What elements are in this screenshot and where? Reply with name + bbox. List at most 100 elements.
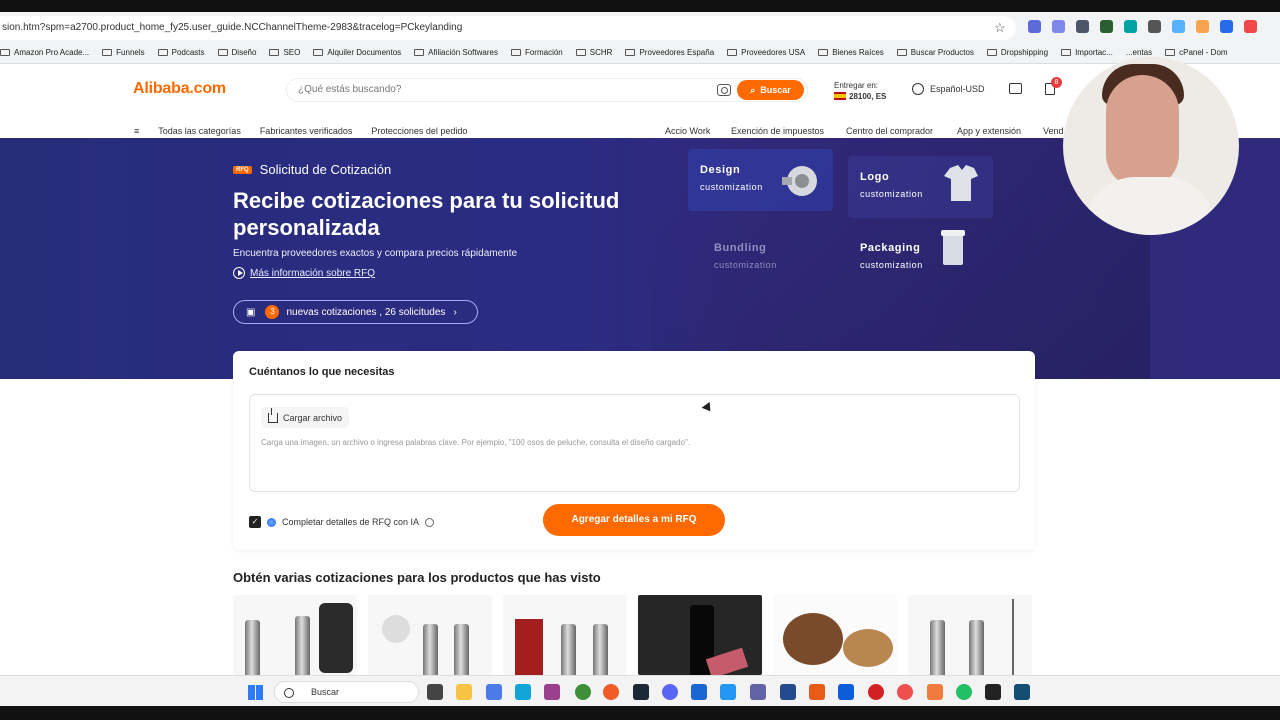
product-card[interactable] xyxy=(908,595,1032,675)
nav-all-categories[interactable]: Todas las categorías xyxy=(158,126,241,136)
bookmark-item[interactable]: Importac... xyxy=(1061,48,1113,57)
language-selector[interactable]: Español-USD xyxy=(912,83,985,95)
bookmark-item[interactable]: Afiliación Softwares xyxy=(414,48,498,57)
browser-icon[interactable] xyxy=(603,684,619,700)
bookmark-star-icon[interactable]: ☆ xyxy=(994,20,1006,36)
menu-icon[interactable]: ≡ xyxy=(134,126,139,136)
gift-box-image xyxy=(515,619,543,675)
add-rfq-details-button[interactable]: Agregar detalles a mi RFQ xyxy=(543,504,725,536)
extension-icon[interactable] xyxy=(1076,20,1089,33)
packaging-customization-card[interactable]: Packaging customization xyxy=(848,227,993,289)
bookmark-item[interactable]: Formación xyxy=(510,48,563,57)
steam-icon[interactable] xyxy=(633,684,649,700)
folder-icon xyxy=(157,49,168,56)
rfq-info-link[interactable]: Más información sobre RFQ xyxy=(233,267,375,279)
info-icon[interactable] xyxy=(425,517,435,527)
extension-icon[interactable] xyxy=(1028,20,1041,33)
alibaba-logo[interactable]: Alibaba.com xyxy=(133,80,226,98)
extension-icon[interactable] xyxy=(1052,20,1065,33)
app-icon[interactable] xyxy=(1014,684,1030,700)
bookmark-item[interactable]: Bienes Raíces xyxy=(818,48,884,57)
folder-icon[interactable] xyxy=(456,684,472,700)
bookmark-item[interactable]: Alquiler Documentos xyxy=(313,48,401,57)
bookmark-item[interactable]: Proveedores España xyxy=(625,48,714,57)
tshirt-icon xyxy=(944,165,978,201)
extension-icon[interactable] xyxy=(1148,20,1161,33)
product-card[interactable] xyxy=(773,595,897,675)
file-explorer-icon[interactable] xyxy=(427,684,443,700)
teams-icon[interactable] xyxy=(750,684,766,700)
search-bar[interactable]: ¿Qué estás buscando? ⌕ Buscar xyxy=(286,78,808,102)
app-icon[interactable] xyxy=(720,684,736,700)
app-icon[interactable] xyxy=(868,684,884,700)
product-card[interactable] xyxy=(233,595,357,675)
camera-icon[interactable] xyxy=(717,84,731,96)
upload-file-button[interactable]: Cargar archivo xyxy=(261,407,350,428)
folder-icon xyxy=(313,49,324,56)
nav-sell[interactable]: Vend xyxy=(1043,126,1064,136)
nav-order-protection[interactable]: Protecciones del pedido xyxy=(371,126,467,136)
app-icon[interactable] xyxy=(897,684,913,700)
bookmark-item[interactable]: Proveedores USA xyxy=(727,48,805,57)
bookmark-item[interactable]: ...entas xyxy=(1126,48,1152,57)
bookmark-item[interactable]: Funnels xyxy=(102,48,145,57)
bookmark-item[interactable]: SEO xyxy=(269,48,300,57)
app-icon[interactable] xyxy=(809,684,825,700)
edge-icon[interactable] xyxy=(515,684,531,700)
messages-icon[interactable] xyxy=(1009,83,1022,94)
design-customization-card[interactable]: Design customization xyxy=(688,149,833,211)
browser-window: sion.htm?spm=a2700.product_home_fy25.use… xyxy=(0,12,1280,706)
salt-pepper-mill-image xyxy=(423,624,438,675)
rfq-request-input[interactable]: Cargar archivo Carga una imagen, un arch… xyxy=(249,394,1020,492)
bundling-customization-card[interactable]: Bundling customization xyxy=(702,227,847,289)
person-shirt xyxy=(1085,177,1215,235)
chrome-icon[interactable] xyxy=(575,684,591,700)
search-input[interactable]: ¿Qué estás buscando? xyxy=(298,84,401,95)
delivery-location[interactable]: Entregar en: 28100, ES xyxy=(834,80,886,102)
discord-icon[interactable] xyxy=(662,684,678,700)
capcut-icon[interactable] xyxy=(985,684,1001,700)
slack-icon[interactable] xyxy=(544,684,560,700)
windows-start-icon[interactable] xyxy=(248,685,263,700)
bookmark-item[interactable]: SCHR xyxy=(575,48,612,57)
bookmarks-bar: Amazon Pro Acade... Funnels Podcasts Dis… xyxy=(0,42,1280,64)
nav-app-extension[interactable]: App y extensión xyxy=(957,126,1021,136)
product-card[interactable] xyxy=(503,595,627,675)
search-button[interactable]: ⌕ Buscar xyxy=(737,80,804,100)
bookmark-item[interactable]: Dropshipping xyxy=(986,48,1048,57)
bookmark-item[interactable]: Podcasts xyxy=(157,48,205,57)
quote-summary-button[interactable]: ▣ 3 nuevas cotizaciones , 26 solicitudes › xyxy=(233,300,478,324)
security-icon[interactable] xyxy=(780,684,796,700)
url-field[interactable]: sion.htm?spm=a2700.product_home_fy25.use… xyxy=(0,16,1016,40)
logo-customization-card[interactable]: Logo customization xyxy=(848,156,993,218)
ai-completion-option[interactable]: ✓ Completar detalles de RFQ con IA xyxy=(249,516,435,528)
extension-icon[interactable] xyxy=(1100,20,1113,33)
app-icon[interactable] xyxy=(927,684,943,700)
delivery-value: 28100, ES xyxy=(849,92,887,101)
extension-icon[interactable] xyxy=(1172,20,1185,33)
whatsapp-icon[interactable] xyxy=(956,684,972,700)
product-image xyxy=(382,615,410,643)
app-icon[interactable] xyxy=(691,684,707,700)
nav-buyer-center[interactable]: Centro del comprador xyxy=(846,126,933,136)
extension-icon[interactable] xyxy=(1244,20,1257,33)
app-icon[interactable] xyxy=(838,684,854,700)
taskbar-search[interactable]: Buscar xyxy=(274,681,419,703)
bookmark-item[interactable]: Amazon Pro Acade... xyxy=(0,48,89,57)
delivery-label: Entregar en: xyxy=(834,81,879,90)
nav-verified-manufacturers[interactable]: Fabricantes verificados xyxy=(260,126,353,136)
product-card[interactable] xyxy=(368,595,492,675)
extension-icon[interactable] xyxy=(1196,20,1209,33)
product-card[interactable] xyxy=(638,595,762,675)
bookmark-item[interactable]: cPanel - Dom xyxy=(1165,48,1228,57)
hero-subtitle: Encuentra proveedores exactos y compara … xyxy=(233,248,518,259)
salt-pepper-mill-image xyxy=(930,620,945,675)
ai-checkbox[interactable]: ✓ xyxy=(249,516,261,528)
bookmark-item[interactable]: Diseño xyxy=(217,48,256,57)
bookmark-item[interactable]: Buscar Productos xyxy=(896,48,974,57)
extension-icon[interactable] xyxy=(1220,20,1233,33)
extension-icon[interactable] xyxy=(1124,20,1137,33)
app-icon[interactable] xyxy=(486,684,502,700)
nav-accio-work[interactable]: Accio Work xyxy=(665,126,710,136)
nav-tax-exemption[interactable]: Exención de impuestos xyxy=(731,126,824,136)
